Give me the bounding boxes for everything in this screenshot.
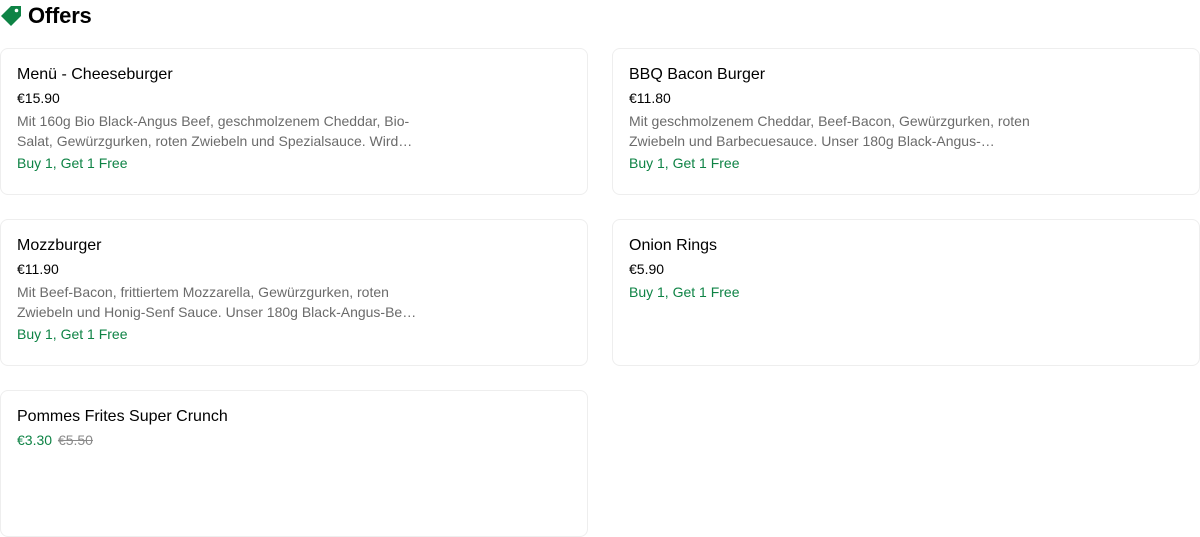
offer-card-bbq-bacon-burger[interactable]: BBQ Bacon Burger €11.80 Mit geschmolzene…	[612, 48, 1200, 195]
section-title: Offers	[28, 3, 92, 28]
offer-title: BBQ Bacon Burger	[629, 66, 766, 83]
offer-price: €11.90	[17, 261, 59, 277]
offer-card-pommes-frites[interactable]: Pommes Frites Super Crunch €3.30 €5.50	[0, 390, 588, 537]
offer-promo-label: Buy 1, Get 1 Free	[17, 326, 128, 342]
offer-price-row: €15.90	[17, 89, 571, 107]
offer-description: Mit 160g Bio Black-Angus Beef, geschmolz…	[17, 113, 413, 149]
offer-card-onion-rings[interactable]: Onion Rings €5.90 Buy 1, Get 1 Free	[612, 219, 1200, 366]
offer-price-row: €3.30 €5.50	[17, 431, 571, 449]
offer-title: Pommes Frites Super Crunch	[17, 408, 228, 425]
offer-title: Mozzburger	[17, 237, 102, 254]
offer-title: Menü - Cheeseburger	[17, 66, 173, 83]
offer-description: Mit Beef-Bacon, frittiertem Mozzarella, …	[17, 284, 417, 320]
offer-price-row: €11.90	[17, 260, 571, 278]
offer-promo-label: Buy 1, Get 1 Free	[629, 284, 740, 300]
offer-description: Mit geschmolzenem Cheddar, Beef-Bacon, G…	[629, 113, 1030, 149]
offer-card-mozzburger[interactable]: Mozzburger €11.90 Mit Beef-Bacon, fritti…	[0, 219, 588, 366]
offer-sale-price: €3.30	[17, 432, 53, 448]
offer-price: €11.80	[629, 90, 671, 106]
offers-header: Offers	[0, 3, 92, 28]
offer-promo-label: Buy 1, Get 1 Free	[17, 155, 128, 171]
offer-price: €15.90	[17, 90, 60, 106]
offer-price-row: €5.90	[629, 260, 1183, 278]
offer-price: €5.90	[629, 261, 665, 277]
offer-promo-label: Buy 1, Get 1 Free	[629, 155, 740, 171]
offer-title: Onion Rings	[629, 237, 718, 254]
offer-price-row: €11.80	[629, 89, 1183, 107]
offer-original-price: €5.50	[57, 432, 93, 448]
offer-card-menu-cheeseburger[interactable]: Menü - Cheeseburger €15.90 Mit 160g Bio …	[0, 48, 588, 195]
tag-icon	[1, 6, 21, 26]
